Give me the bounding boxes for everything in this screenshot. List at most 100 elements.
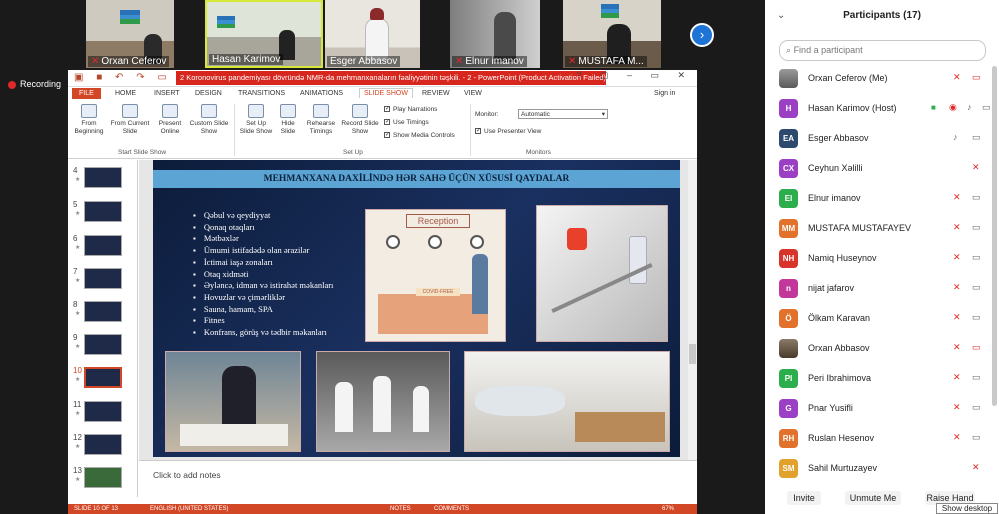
tab-view[interactable]: VIEW	[464, 90, 482, 97]
slide-scrollbar[interactable]	[688, 160, 697, 460]
notes-pane[interactable]: Click to add notes	[139, 460, 697, 497]
current-slide[interactable]: MEHMANXANA DAXİLİNDƏ HƏR SAHƏ ÜÇÜN XÜSUS…	[153, 160, 680, 457]
video-tile-3[interactable]: Esger Abbasov	[325, 0, 420, 68]
checkbox-checked-icon: ✓	[384, 106, 391, 113]
bullet-item: Hovuzlar və çimərliklər	[193, 292, 333, 304]
tab-slide-show[interactable]: SLIDE SHOW	[359, 88, 413, 98]
mic-icon: ♪	[967, 102, 972, 112]
participant-row[interactable]: H Hasan Karimov (Host) ■ ◉ ♪ ▭	[779, 99, 991, 121]
participant-row[interactable]: Ö Ölkam Karavan ✕ ▭	[779, 309, 989, 331]
tab-file[interactable]: FILE	[72, 88, 101, 99]
record-slide-show-button[interactable]: Record Slide Show	[340, 104, 380, 136]
participant-row[interactable]: MM MUSTAFA MUSTAFAYEV ✕ ▭	[779, 219, 989, 241]
slide-thumbnail[interactable]	[84, 268, 122, 289]
thumb-number: 6	[73, 234, 78, 243]
present-online-button[interactable]: Present Online	[154, 104, 186, 136]
video-tile-4[interactable]: ✕ Elnur imanov	[450, 0, 540, 68]
chef-figure	[373, 376, 391, 432]
participant-row[interactable]: RH Ruslan Hesenov ✕ ▭	[779, 429, 989, 451]
notes-toggle[interactable]: NOTES	[390, 504, 411, 514]
slide-thumbnail[interactable]	[84, 434, 122, 455]
set-up-slide-show-button[interactable]: Set Up Slide Show	[238, 104, 274, 136]
search-icon: ⌕	[786, 45, 792, 55]
video-off-icon: ▭	[972, 72, 981, 82]
unmute-me-button[interactable]: Unmute Me	[845, 491, 901, 505]
zoom-level[interactable]: 67%	[662, 504, 674, 514]
video-tile-1[interactable]: ✕ Orxan Ceferov	[86, 0, 174, 68]
slide-thumbnail[interactable]	[84, 467, 122, 488]
participant-name: Namiq Huseynov	[808, 253, 877, 263]
avatar: G	[779, 399, 798, 418]
participant-name: MUSTAFA MUSTAFAYEV	[808, 223, 912, 233]
table-with-cups	[180, 424, 288, 446]
comments-toggle[interactable]: COMMENTS	[434, 504, 469, 514]
tab-transitions[interactable]: TRANSITIONS	[238, 90, 285, 97]
thumb-number: 5	[73, 200, 78, 209]
mic-muted-icon: ✕	[953, 432, 961, 442]
language-indicator[interactable]: ENGLISH (UNITED STATES)	[150, 504, 228, 514]
share-screen-icon: ■	[931, 103, 936, 112]
participant-row[interactable]: n nijat jafarov ✕ ▭	[779, 279, 989, 301]
hide-slide-button[interactable]: Hide Slide	[276, 104, 300, 136]
participants-scrollbar[interactable]	[992, 66, 997, 406]
video-icon: ▭	[972, 372, 981, 382]
participant-row[interactable]: EI Elnur imanov ✕ ▭	[779, 189, 989, 211]
handrail	[551, 262, 653, 314]
glove	[567, 228, 587, 250]
participant-search-input[interactable]: ⌕ Find a participant	[779, 40, 986, 61]
mic-muted-icon: ✕	[953, 72, 961, 82]
next-videos-button[interactable]: ›	[690, 23, 714, 47]
slide-thumbnail[interactable]	[84, 235, 122, 256]
slide-thumbnail[interactable]	[84, 167, 122, 188]
participant-row[interactable]: SM Sahil Murtuzayev ✕	[779, 459, 989, 481]
chevron-down-icon[interactable]: ⌄	[777, 10, 785, 21]
quick-access-toolbar[interactable]: ▣ ■ ↶ ↷ ▭ ▾	[74, 72, 190, 83]
slide-thumbnail-active[interactable]	[84, 367, 122, 388]
participant-name: Sahil Murtuzayev	[808, 463, 878, 473]
tab-review[interactable]: REVIEW	[422, 90, 450, 97]
participant-row[interactable]: Orxan Ceferov (Me) ✕ ▭	[779, 69, 989, 91]
video-tile-5[interactable]: ✕ MUSTAFA M...	[563, 0, 661, 68]
from-current-button[interactable]: From Current Slide	[110, 104, 150, 136]
clock-icon	[386, 235, 400, 249]
invite-button[interactable]: Invite	[787, 491, 821, 505]
participant-row[interactable]: G Pnar Yusifli ✕ ▭	[779, 399, 989, 421]
monitor-select[interactable]: Automatic ▾	[518, 109, 608, 119]
participant-row[interactable]: Orxan Abbasov ✕ ▭	[779, 339, 989, 361]
bullet-item: Qonaq otaqları	[193, 222, 333, 234]
slide-thumbnail[interactable]	[84, 401, 122, 422]
use-timings-checkbox[interactable]: ✓ Use Timings	[384, 119, 429, 126]
sign-in-link[interactable]: Sign in	[654, 90, 675, 97]
rehearse-timings-button[interactable]: Rehearse Timings	[304, 104, 338, 136]
participant-row[interactable]: EA Esger Abbasov ♪ ▭	[779, 129, 989, 151]
tab-design[interactable]: DESIGN	[195, 90, 222, 97]
use-presenter-view-checkbox[interactable]: ✓ Use Presenter View	[475, 128, 541, 135]
tab-home[interactable]: HOME	[115, 90, 136, 97]
show-media-controls-checkbox[interactable]: ✓ Show Media Controls	[384, 132, 455, 139]
avatar: n	[779, 279, 798, 298]
transition-star-icon: ★	[75, 444, 81, 450]
participant-row[interactable]: NH Namiq Huseynov ✕ ▭	[779, 249, 989, 271]
transition-star-icon: ★	[75, 211, 81, 217]
avatar: RH	[779, 429, 798, 448]
group-start-slide-show: Start Slide Show	[118, 149, 167, 156]
slide-thumbnail[interactable]	[84, 301, 122, 322]
play-narrations-checkbox[interactable]: ✓ Play Narrations	[384, 106, 437, 113]
mic-muted-icon: ✕	[953, 402, 961, 412]
from-beginning-button[interactable]: From Beginning	[72, 104, 106, 136]
scrollbar-thumb[interactable]	[689, 344, 696, 364]
window-controls[interactable]: ? ▢ – ▭ ✕	[576, 70, 693, 81]
participant-row[interactable]: CX Ceyhun Xəlilli ✕	[779, 159, 989, 181]
video-tile-2[interactable]: Hasan Karimov	[205, 0, 323, 68]
custom-show-button[interactable]: Custom Slide Show	[188, 104, 230, 136]
tab-insert[interactable]: INSERT	[154, 90, 180, 97]
tab-animations[interactable]: ANIMATIONS	[300, 90, 343, 97]
video-icon: ▭	[972, 282, 981, 292]
monitor-label: Monitor:	[475, 111, 499, 118]
participant-row[interactable]: PI Peri Ibrahimova ✕ ▭	[779, 369, 989, 391]
checkbox-checked-icon: ✓	[384, 119, 391, 126]
slide-thumbnail[interactable]	[84, 334, 122, 355]
video-name: Esger Abbasov	[327, 56, 401, 67]
mic-muted-icon: ✕	[91, 56, 100, 67]
slide-thumbnail[interactable]	[84, 201, 122, 222]
